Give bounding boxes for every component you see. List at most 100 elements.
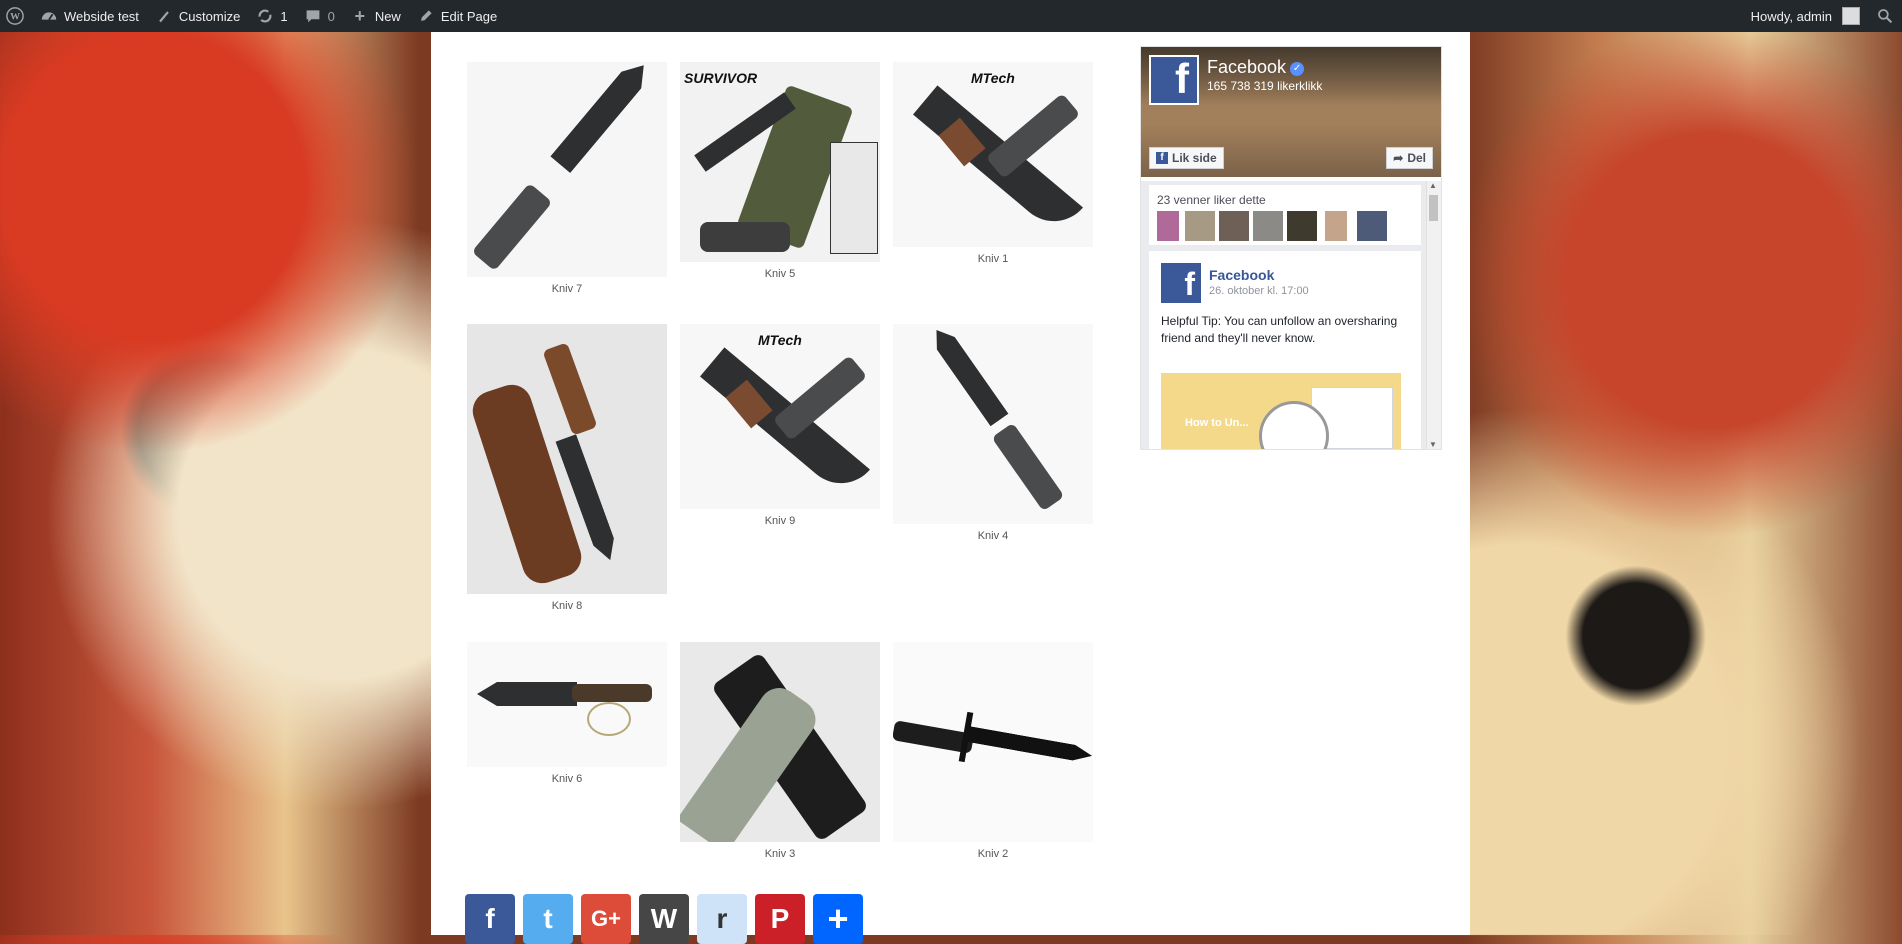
gallery-item[interactable]: Kniv 2 (893, 642, 1093, 860)
gallery-image[interactable] (467, 642, 667, 767)
social-share-bar: f t G+ W r P + (465, 894, 863, 944)
wp-admin-bar: W Webside test Customize 1 0 + New Edit … (0, 0, 1902, 32)
pencil-icon (417, 7, 435, 25)
facebook-likes-count: 165 738 319 likerklikk (1207, 79, 1323, 93)
search-toggle[interactable] (1868, 0, 1902, 32)
facebook-page-name[interactable]: Facebook ✓ (1207, 57, 1305, 78)
gallery-caption: Kniv 8 (551, 600, 583, 612)
wordpress-glyph: W (650, 903, 678, 934)
comments-link[interactable]: 0 (296, 0, 343, 32)
share-page-label: Del (1407, 151, 1426, 165)
like-page-label: Lik side (1172, 151, 1217, 165)
scroll-up-icon[interactable]: ▲ (1429, 181, 1437, 190)
gallery-image[interactable] (680, 642, 880, 842)
reddit-glyph: r (716, 903, 728, 934)
friend-avatar[interactable] (1325, 211, 1347, 241)
gallery-image[interactable] (893, 642, 1093, 842)
post-author[interactable]: Facebook (1209, 267, 1274, 283)
facebook-logo-icon[interactable]: f (1161, 263, 1201, 303)
google-plus-share-icon[interactable]: G+ (581, 894, 631, 944)
updates-link[interactable]: 1 (248, 0, 295, 32)
friends-like-box: 23 venner liker dette (1149, 185, 1421, 245)
pinterest-glyph: P (770, 903, 790, 934)
brand-logo-text: MTech (758, 332, 802, 348)
gallery-image[interactable]: MTech (893, 62, 1093, 247)
friend-avatar[interactable] (1287, 211, 1317, 241)
plus-icon: + (354, 5, 366, 26)
comments-count: 0 (327, 8, 335, 24)
facebook-small-icon: f (1156, 152, 1168, 164)
facebook-feed[interactable]: 23 venner liker dette f Facebook 26. okt… (1141, 181, 1441, 449)
gallery-item[interactable]: MTech Kniv 1 (893, 62, 1093, 265)
updates-icon (256, 7, 274, 25)
site-name-label: Webside test (64, 8, 139, 24)
twitter-share-icon[interactable]: t (523, 894, 573, 944)
gallery-caption: Kniv 3 (764, 848, 796, 860)
friend-avatar[interactable] (1157, 211, 1179, 241)
gallery-item[interactable]: SURVIVOR Kniv 5 (680, 62, 880, 280)
facebook-logo-icon[interactable]: f (1149, 55, 1199, 105)
video-title: How to Un... (1185, 417, 1249, 429)
gallery-caption: Kniv 4 (977, 530, 1009, 542)
twitter-glyph: t (543, 903, 553, 934)
gallery-item[interactable]: MTech Kniv 9 (680, 324, 880, 527)
avatar (1842, 7, 1860, 25)
feed-scrollbar[interactable]: ▲ ▼ (1426, 181, 1441, 449)
facebook-share-icon[interactable]: f (465, 894, 515, 944)
main-content: Kniv 7 SURVIVOR Kniv 5 MTech Kniv 1 Kniv… (431, 32, 1470, 944)
facebook-glyph: f (485, 903, 495, 934)
gallery-caption: Kniv 5 (764, 268, 796, 280)
gallery-caption: Kniv 7 (551, 283, 583, 295)
search-icon (1876, 7, 1894, 25)
facebook-cover-photo[interactable]: f Facebook ✓ 165 738 319 likerklikk f Lik… (1141, 47, 1441, 177)
friend-avatar[interactable] (1253, 211, 1283, 241)
friends-like-label: 23 venner liker dette (1157, 193, 1266, 207)
gallery-item[interactable]: Kniv 7 (467, 62, 667, 295)
edit-page-link[interactable]: Edit Page (409, 0, 505, 32)
pinterest-share-icon[interactable]: P (755, 894, 805, 944)
new-label: New (374, 8, 401, 24)
reddit-share-icon[interactable]: r (697, 894, 747, 944)
svg-text:W: W (10, 12, 20, 23)
facebook-page-name-text: Facebook (1207, 57, 1287, 77)
gallery-item[interactable]: Kniv 3 (680, 642, 880, 860)
my-account-menu[interactable]: Howdy, admin (1743, 0, 1868, 32)
gallery-image[interactable]: MTech (680, 324, 880, 509)
gallery-item[interactable]: Kniv 6 (467, 642, 667, 785)
wordpress-share-icon[interactable]: W (639, 894, 689, 944)
like-page-button[interactable]: f Lik side (1149, 147, 1224, 169)
dashboard-icon (40, 7, 58, 25)
new-content-menu[interactable]: + New (343, 0, 409, 32)
wordpress-icon: W (6, 7, 24, 25)
more-share-icon[interactable]: + (813, 894, 863, 944)
gallery-image[interactable] (893, 324, 1093, 524)
gallery-item[interactable]: Kniv 4 (893, 324, 1093, 542)
post-video-thumbnail[interactable]: How to Un... (1161, 373, 1401, 449)
updates-count: 1 (280, 8, 288, 24)
gallery-image[interactable]: SURVIVOR (680, 62, 880, 262)
post-text: Helpful Tip: You can unfollow an oversha… (1161, 314, 1398, 345)
scrollbar-thumb[interactable] (1429, 195, 1438, 221)
facebook-page-widget: f Facebook ✓ 165 738 319 likerklikk f Lik… (1140, 46, 1442, 450)
brand-logo-text: MTech (971, 70, 1015, 86)
friend-avatar[interactable] (1357, 211, 1387, 241)
friend-avatar[interactable] (1219, 211, 1249, 241)
customize-label: Customize (178, 8, 241, 24)
gallery-image[interactable] (467, 324, 667, 594)
gallery-image[interactable] (467, 62, 667, 277)
verified-badge-icon: ✓ (1290, 62, 1305, 76)
howdy-label: Howdy, admin (1750, 8, 1832, 24)
gallery-item[interactable]: Kniv 8 (467, 324, 667, 612)
friend-avatar[interactable] (1185, 211, 1215, 241)
post-date[interactable]: 26. oktober kl. 17:00 (1209, 285, 1309, 297)
brush-icon (155, 7, 173, 25)
gallery-caption: Kniv 1 (977, 253, 1009, 265)
wordpress-logo-menu[interactable]: W (0, 0, 32, 32)
scroll-down-icon[interactable]: ▼ (1429, 440, 1437, 449)
site-name-menu[interactable]: Webside test (32, 0, 147, 32)
customize-link[interactable]: Customize (147, 0, 248, 32)
gallery-caption: Kniv 6 (551, 773, 583, 785)
more-glyph: + (827, 898, 849, 939)
google-plus-glyph: G+ (591, 906, 621, 931)
share-page-button[interactable]: ➦ Del (1386, 147, 1433, 169)
